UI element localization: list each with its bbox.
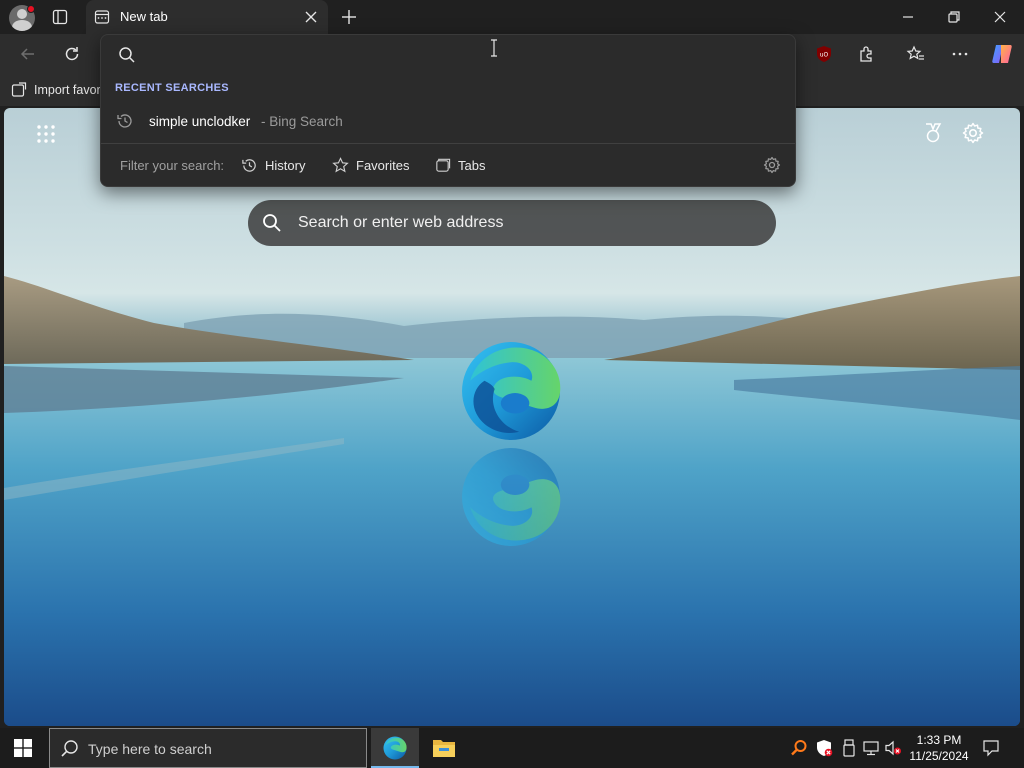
windows-start-icon[interactable] bbox=[14, 739, 32, 757]
copilot-icon[interactable] bbox=[990, 42, 1014, 66]
taskbar-edge-button[interactable] bbox=[371, 728, 419, 768]
ublock-origin-icon[interactable]: uO bbox=[814, 44, 834, 64]
import-favorites-button[interactable]: Import favor bbox=[11, 82, 101, 98]
suggestion-query: simple unclodker bbox=[149, 114, 251, 129]
minimize-icon[interactable] bbox=[900, 9, 916, 25]
windows-taskbar: Type here to search 1:33 PM 11/25/2024 bbox=[0, 728, 1024, 768]
edge-logo-reflection bbox=[462, 448, 561, 546]
favorites-star-icon[interactable] bbox=[906, 44, 926, 64]
clock-time: 1:33 PM bbox=[916, 733, 962, 747]
recent-searches-header: RECENT SEARCHES bbox=[115, 82, 229, 94]
filter-tabs-button[interactable]: Tabs bbox=[434, 153, 485, 177]
restore-icon[interactable] bbox=[946, 9, 962, 25]
refresh-icon[interactable] bbox=[62, 44, 82, 64]
rewards-trophy-icon[interactable] bbox=[922, 122, 944, 144]
svg-text:uO: uO bbox=[820, 52, 829, 59]
app-launcher-grid-icon[interactable] bbox=[36, 124, 56, 144]
tabs-icon bbox=[436, 158, 451, 172]
notification-center-icon[interactable] bbox=[982, 739, 1000, 757]
import-favorites-label: Import favor bbox=[34, 83, 101, 97]
close-tab-icon[interactable] bbox=[304, 10, 318, 24]
page-settings-gear-icon[interactable] bbox=[962, 122, 984, 144]
address-bar-input[interactable] bbox=[145, 41, 765, 67]
ntp-search-placeholder: Search or enter web address bbox=[298, 214, 504, 231]
new-tab-page: Search or enter web address bbox=[4, 108, 1020, 726]
search-tray-icon[interactable] bbox=[790, 739, 808, 757]
taskbar-clock[interactable]: 1:33 PM 11/25/2024 bbox=[904, 732, 974, 764]
import-icon bbox=[11, 82, 27, 97]
suggestion-source: - Bing Search bbox=[261, 114, 343, 129]
network-icon[interactable] bbox=[862, 739, 880, 757]
extensions-puzzle-icon[interactable] bbox=[857, 44, 877, 64]
security-shield-icon[interactable] bbox=[815, 739, 833, 757]
search-icon bbox=[119, 47, 135, 63]
search-settings-gear-icon[interactable] bbox=[763, 156, 781, 174]
clock-date: 11/25/2024 bbox=[909, 749, 969, 763]
suggestion-row[interactable]: simple unclodker - Bing Search bbox=[101, 107, 795, 137]
ntp-search-box[interactable]: Search or enter web address bbox=[248, 200, 776, 246]
volume-muted-icon[interactable] bbox=[884, 739, 902, 757]
folder-icon bbox=[433, 740, 455, 757]
back-arrow-icon[interactable] bbox=[18, 44, 38, 64]
new-tab-plus-icon[interactable] bbox=[340, 8, 358, 26]
taskbar-search-box[interactable]: Type here to search bbox=[49, 728, 367, 768]
dropdown-divider bbox=[101, 143, 795, 144]
search-icon bbox=[263, 214, 281, 232]
tab-new-tab[interactable]: New tab bbox=[86, 0, 328, 34]
usb-device-icon[interactable] bbox=[840, 739, 858, 757]
text-cursor-icon bbox=[491, 39, 497, 57]
title-bar: New tab bbox=[0, 0, 1024, 34]
filter-tabs-label: Tabs bbox=[458, 157, 486, 173]
search-icon bbox=[61, 740, 78, 757]
new-tab-page-icon bbox=[94, 10, 110, 24]
close-window-icon[interactable] bbox=[992, 9, 1008, 25]
taskbar-search-placeholder: Type here to search bbox=[88, 741, 212, 757]
filter-history-button[interactable]: History bbox=[241, 153, 305, 177]
filter-favorites-button[interactable]: Favorites bbox=[332, 153, 409, 177]
edge-logo-icon bbox=[462, 342, 561, 440]
filter-history-label: History bbox=[265, 157, 306, 173]
taskbar-file-explorer-button[interactable] bbox=[420, 728, 468, 768]
history-icon bbox=[242, 158, 256, 172]
tab-title: New tab bbox=[120, 9, 168, 24]
address-bar-dropdown: RECENT SEARCHES simple unclodker - Bing … bbox=[100, 34, 796, 187]
workspaces-icon[interactable] bbox=[52, 9, 68, 25]
star-icon bbox=[332, 156, 349, 173]
filter-favorites-label: Favorites bbox=[356, 157, 410, 173]
profile-notification-dot bbox=[27, 5, 35, 13]
more-options-icon[interactable] bbox=[950, 44, 970, 64]
history-clock-icon bbox=[117, 114, 132, 128]
edge-icon bbox=[383, 736, 407, 760]
filter-label: Filter your search: bbox=[120, 158, 225, 173]
